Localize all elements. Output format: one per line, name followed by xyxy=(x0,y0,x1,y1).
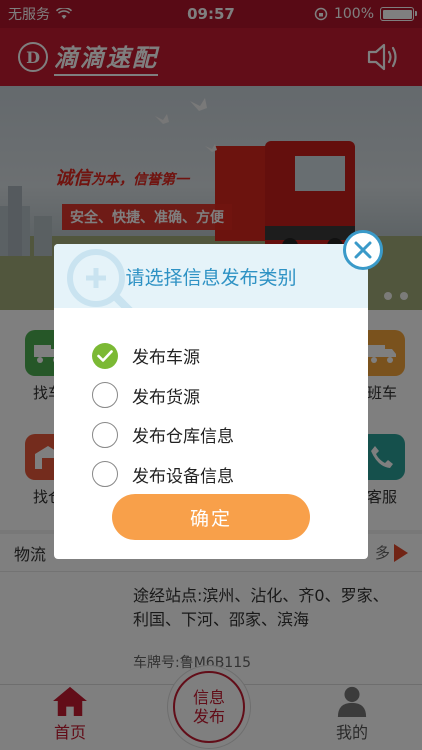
publish-category-dialog: 请选择信息发布类别 发布车源 发布货源 发布仓库信息 发布设备信息 确定 xyxy=(54,244,368,559)
radio-unchecked[interactable] xyxy=(92,461,118,488)
option-label: 发布车源 xyxy=(132,348,200,369)
option-publish-cargo[interactable]: 发布货源 xyxy=(92,376,234,416)
category-options: 发布车源 发布货源 发布仓库信息 发布设备信息 xyxy=(92,336,234,494)
radio-checked[interactable] xyxy=(92,342,118,369)
dialog-title: 请选择信息发布类别 xyxy=(125,266,297,289)
option-label: 发布设备信息 xyxy=(132,466,234,487)
dialog-header: 请选择信息发布类别 xyxy=(54,244,368,308)
dialog-close-button[interactable] xyxy=(343,230,383,270)
option-label: 发布仓库信息 xyxy=(132,427,234,448)
confirm-button[interactable]: 确定 xyxy=(112,494,310,540)
radio-unchecked[interactable] xyxy=(92,382,118,409)
option-publish-warehouse[interactable]: 发布仓库信息 xyxy=(92,415,234,455)
option-label: 发布货源 xyxy=(132,387,200,408)
option-publish-equipment[interactable]: 发布设备信息 xyxy=(92,455,234,495)
check-icon xyxy=(97,349,113,362)
option-publish-vehicle[interactable]: 发布车源 xyxy=(92,336,234,376)
close-icon xyxy=(354,241,372,259)
radio-unchecked[interactable] xyxy=(92,421,118,448)
